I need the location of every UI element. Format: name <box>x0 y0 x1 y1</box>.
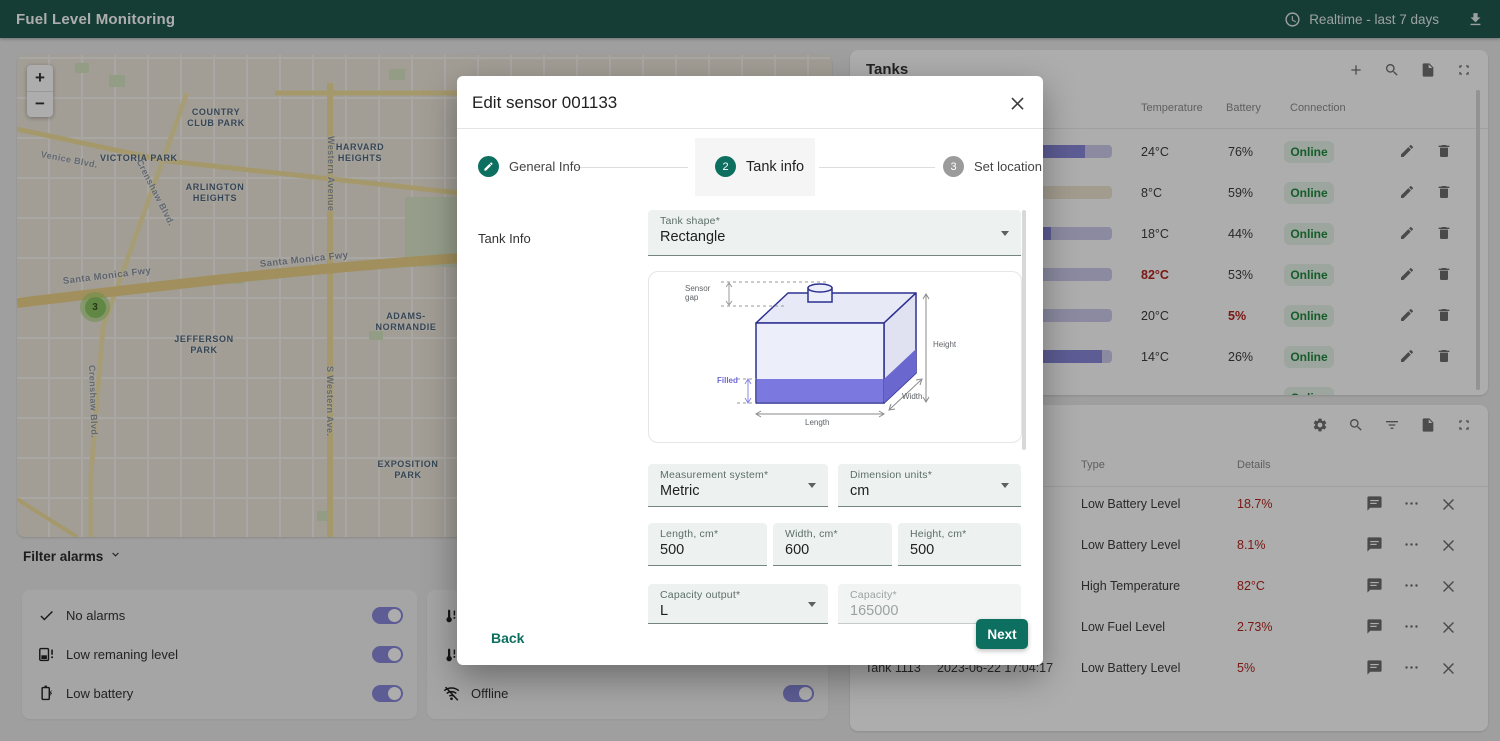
dropdown-caret-icon <box>808 483 816 488</box>
tank-diagram: Sensor gap Height Filled Width Length <box>648 271 1022 443</box>
field-label: Capacity output* <box>660 589 816 601</box>
field-value: 500 <box>660 542 755 558</box>
dropdown-caret-icon <box>1001 231 1009 236</box>
step-label: Set location <box>974 159 1042 174</box>
next-button[interactable]: Next <box>976 619 1028 649</box>
width-field[interactable]: Width, cm* 600 <box>773 523 892 566</box>
field-value: Metric <box>660 483 816 499</box>
step-edit-icon <box>478 156 499 177</box>
field-value: 165000 <box>850 603 1009 619</box>
field-label: Measurement system* <box>660 469 816 481</box>
back-button[interactable]: Back <box>483 624 532 652</box>
close-icon[interactable] <box>1008 93 1027 112</box>
step-label: General Info <box>509 159 581 174</box>
field-label: Dimension units* <box>850 469 1009 481</box>
step-number: 3 <box>943 156 964 177</box>
field-value: cm <box>850 483 1009 499</box>
diagram-label-height: Height <box>933 340 956 349</box>
capacity-output-select[interactable]: Capacity output* L <box>648 584 828 624</box>
field-label: Capacity* <box>850 589 1009 601</box>
step-tank-info[interactable]: 2 Tank info <box>715 156 804 177</box>
field-label: Height, cm* <box>910 528 1009 540</box>
field-label: Width, cm* <box>785 528 880 540</box>
modal-scrollbar[interactable] <box>1022 210 1026 450</box>
dropdown-caret-icon <box>808 602 816 607</box>
field-value: 600 <box>785 542 880 558</box>
field-label: Length, cm* <box>660 528 755 540</box>
field-label: Tank shape* <box>660 215 1009 227</box>
diagram-label-length: Length <box>805 418 829 427</box>
length-field[interactable]: Length, cm* 500 <box>648 523 767 566</box>
step-label: Tank info <box>746 159 804 175</box>
step-general-info[interactable]: General Info <box>478 156 581 177</box>
diagram-label-sensor-gap: Sensor gap <box>685 284 719 302</box>
modal-title: Edit sensor 001133 <box>472 93 617 113</box>
app-root: Fuel Level Monitoring Realtime - last 7 … <box>0 0 1500 741</box>
dropdown-caret-icon <box>1001 483 1009 488</box>
capacity-field: Capacity* 165000 <box>838 584 1021 624</box>
tank-shape-select[interactable]: Tank shape* Rectangle <box>648 210 1021 256</box>
diagram-label-filled: Filled <box>717 376 738 385</box>
step-number: 2 <box>715 156 736 177</box>
field-value: Rectangle <box>660 229 1009 245</box>
field-value: 500 <box>910 542 1009 558</box>
height-field[interactable]: Height, cm* 500 <box>898 523 1021 566</box>
step-set-location[interactable]: 3 Set location <box>943 156 1042 177</box>
edit-sensor-modal: Edit sensor 001133 General Info 2 Tank i… <box>457 76 1043 665</box>
diagram-label-width: Width <box>902 392 922 401</box>
field-value: L <box>660 603 816 619</box>
section-label: Tank Info <box>478 231 531 246</box>
measurement-system-select[interactable]: Measurement system* Metric <box>648 464 828 507</box>
dimension-units-select[interactable]: Dimension units* cm <box>838 464 1021 507</box>
